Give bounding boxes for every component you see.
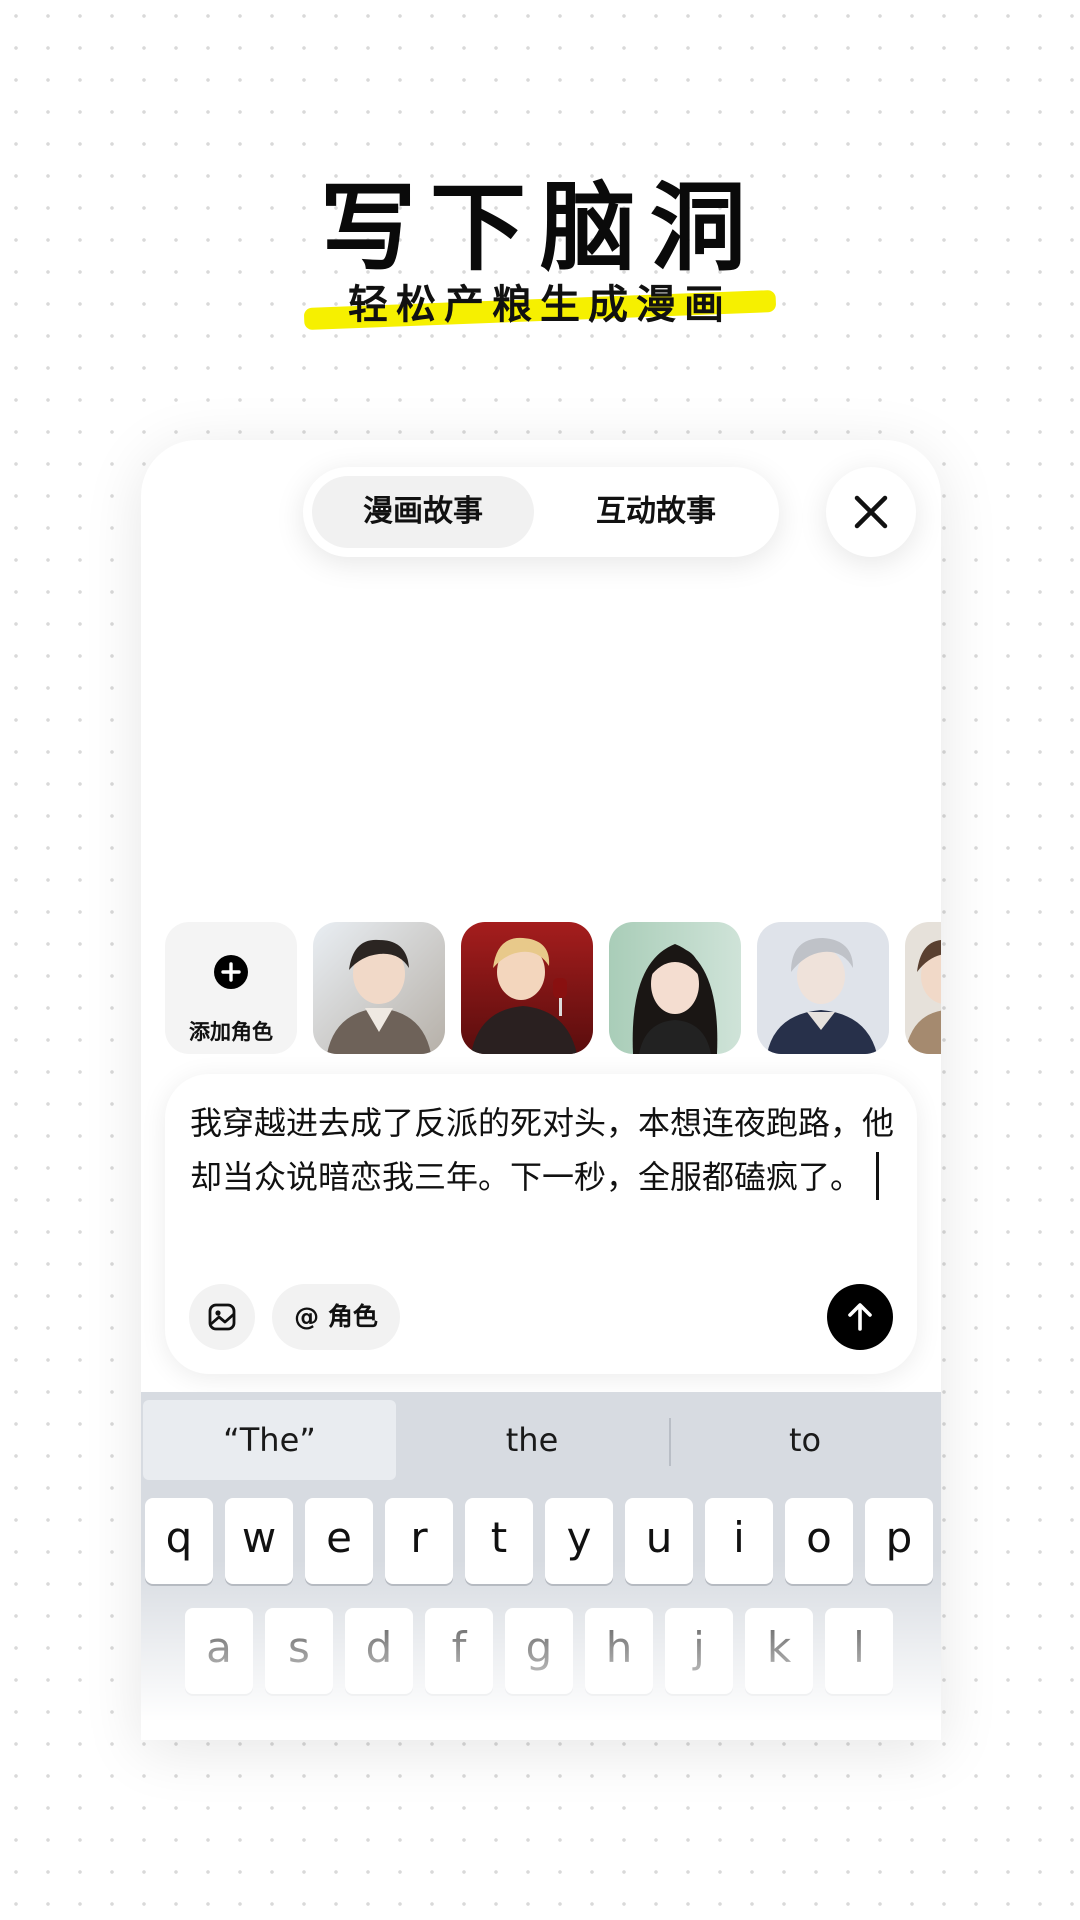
key-e[interactable]: e xyxy=(305,1498,373,1584)
tab-interactive-story[interactable]: 互动故事 xyxy=(543,476,769,548)
story-card: 漫画故事 互动故事 添加角色 我穿越进去成了反派的死对头，本想连夜跑路，他却当众… xyxy=(141,440,941,1740)
suggestion-3[interactable]: to xyxy=(671,1400,939,1480)
key-l[interactable]: l xyxy=(825,1608,893,1694)
keyboard: “The” the to q w e r t y u i o p a s d f… xyxy=(141,1392,941,1740)
close-button[interactable] xyxy=(826,467,916,557)
suggestion-1[interactable]: “The” xyxy=(143,1400,396,1480)
story-text: 我穿越进去成了反派的死对头，本想连夜跑路，他却当众说暗恋我三年。下一秒，全服都磕… xyxy=(190,1104,895,1196)
tab-comic-story[interactable]: 漫画故事 xyxy=(312,476,534,548)
key-y[interactable]: y xyxy=(545,1498,613,1584)
add-character-label: 添加角色 xyxy=(189,1020,273,1044)
page-subtitle: 轻松产粮生成漫画 xyxy=(348,282,732,328)
key-j[interactable]: j xyxy=(665,1608,733,1694)
character-avatar-2[interactable] xyxy=(461,922,593,1054)
story-input-box: 我穿越进去成了反派的死对头，本想连夜跑路，他却当众说暗恋我三年。下一秒，全服都磕… xyxy=(165,1074,917,1374)
story-textarea[interactable]: 我穿越进去成了反派的死对头，本想连夜跑路，他却当众说暗恋我三年。下一秒，全服都磕… xyxy=(190,1096,900,1204)
add-character-button[interactable]: 添加角色 xyxy=(165,922,297,1054)
key-u[interactable]: u xyxy=(625,1498,693,1584)
subtitle-block: 轻松产粮生成漫画 xyxy=(300,275,780,335)
key-r[interactable]: r xyxy=(385,1498,453,1584)
key-d[interactable]: d xyxy=(345,1608,413,1694)
suggestion-2[interactable]: the xyxy=(397,1400,667,1480)
arrow-up-icon xyxy=(848,1303,872,1331)
key-w[interactable]: w xyxy=(225,1498,293,1584)
key-i[interactable]: i xyxy=(705,1498,773,1584)
mode-tabs: 漫画故事 互动故事 xyxy=(303,467,779,557)
plus-circle-icon xyxy=(214,955,248,989)
send-button[interactable] xyxy=(827,1284,893,1350)
character-avatar-3[interactable] xyxy=(609,922,741,1054)
page-title: 写下脑洞 xyxy=(320,172,760,284)
insert-image-button[interactable] xyxy=(189,1284,255,1350)
close-icon xyxy=(854,495,888,529)
key-t[interactable]: t xyxy=(465,1498,533,1584)
key-a[interactable]: a xyxy=(185,1608,253,1694)
character-carousel: 添加角色 xyxy=(165,922,941,1054)
character-avatar-5[interactable] xyxy=(905,922,941,1054)
key-g[interactable]: g xyxy=(505,1608,573,1694)
text-caret xyxy=(876,1152,880,1200)
key-q[interactable]: q xyxy=(145,1498,213,1584)
key-p[interactable]: p xyxy=(865,1498,933,1584)
character-avatar-4[interactable] xyxy=(757,922,889,1054)
mention-role-button[interactable]: @ 角色 xyxy=(272,1284,400,1350)
image-icon xyxy=(208,1303,236,1331)
key-k[interactable]: k xyxy=(745,1608,813,1694)
key-h[interactable]: h xyxy=(585,1608,653,1694)
key-o[interactable]: o xyxy=(785,1498,853,1584)
character-avatar-1[interactable] xyxy=(313,922,445,1054)
key-s[interactable]: s xyxy=(265,1608,333,1694)
key-f[interactable]: f xyxy=(425,1608,493,1694)
